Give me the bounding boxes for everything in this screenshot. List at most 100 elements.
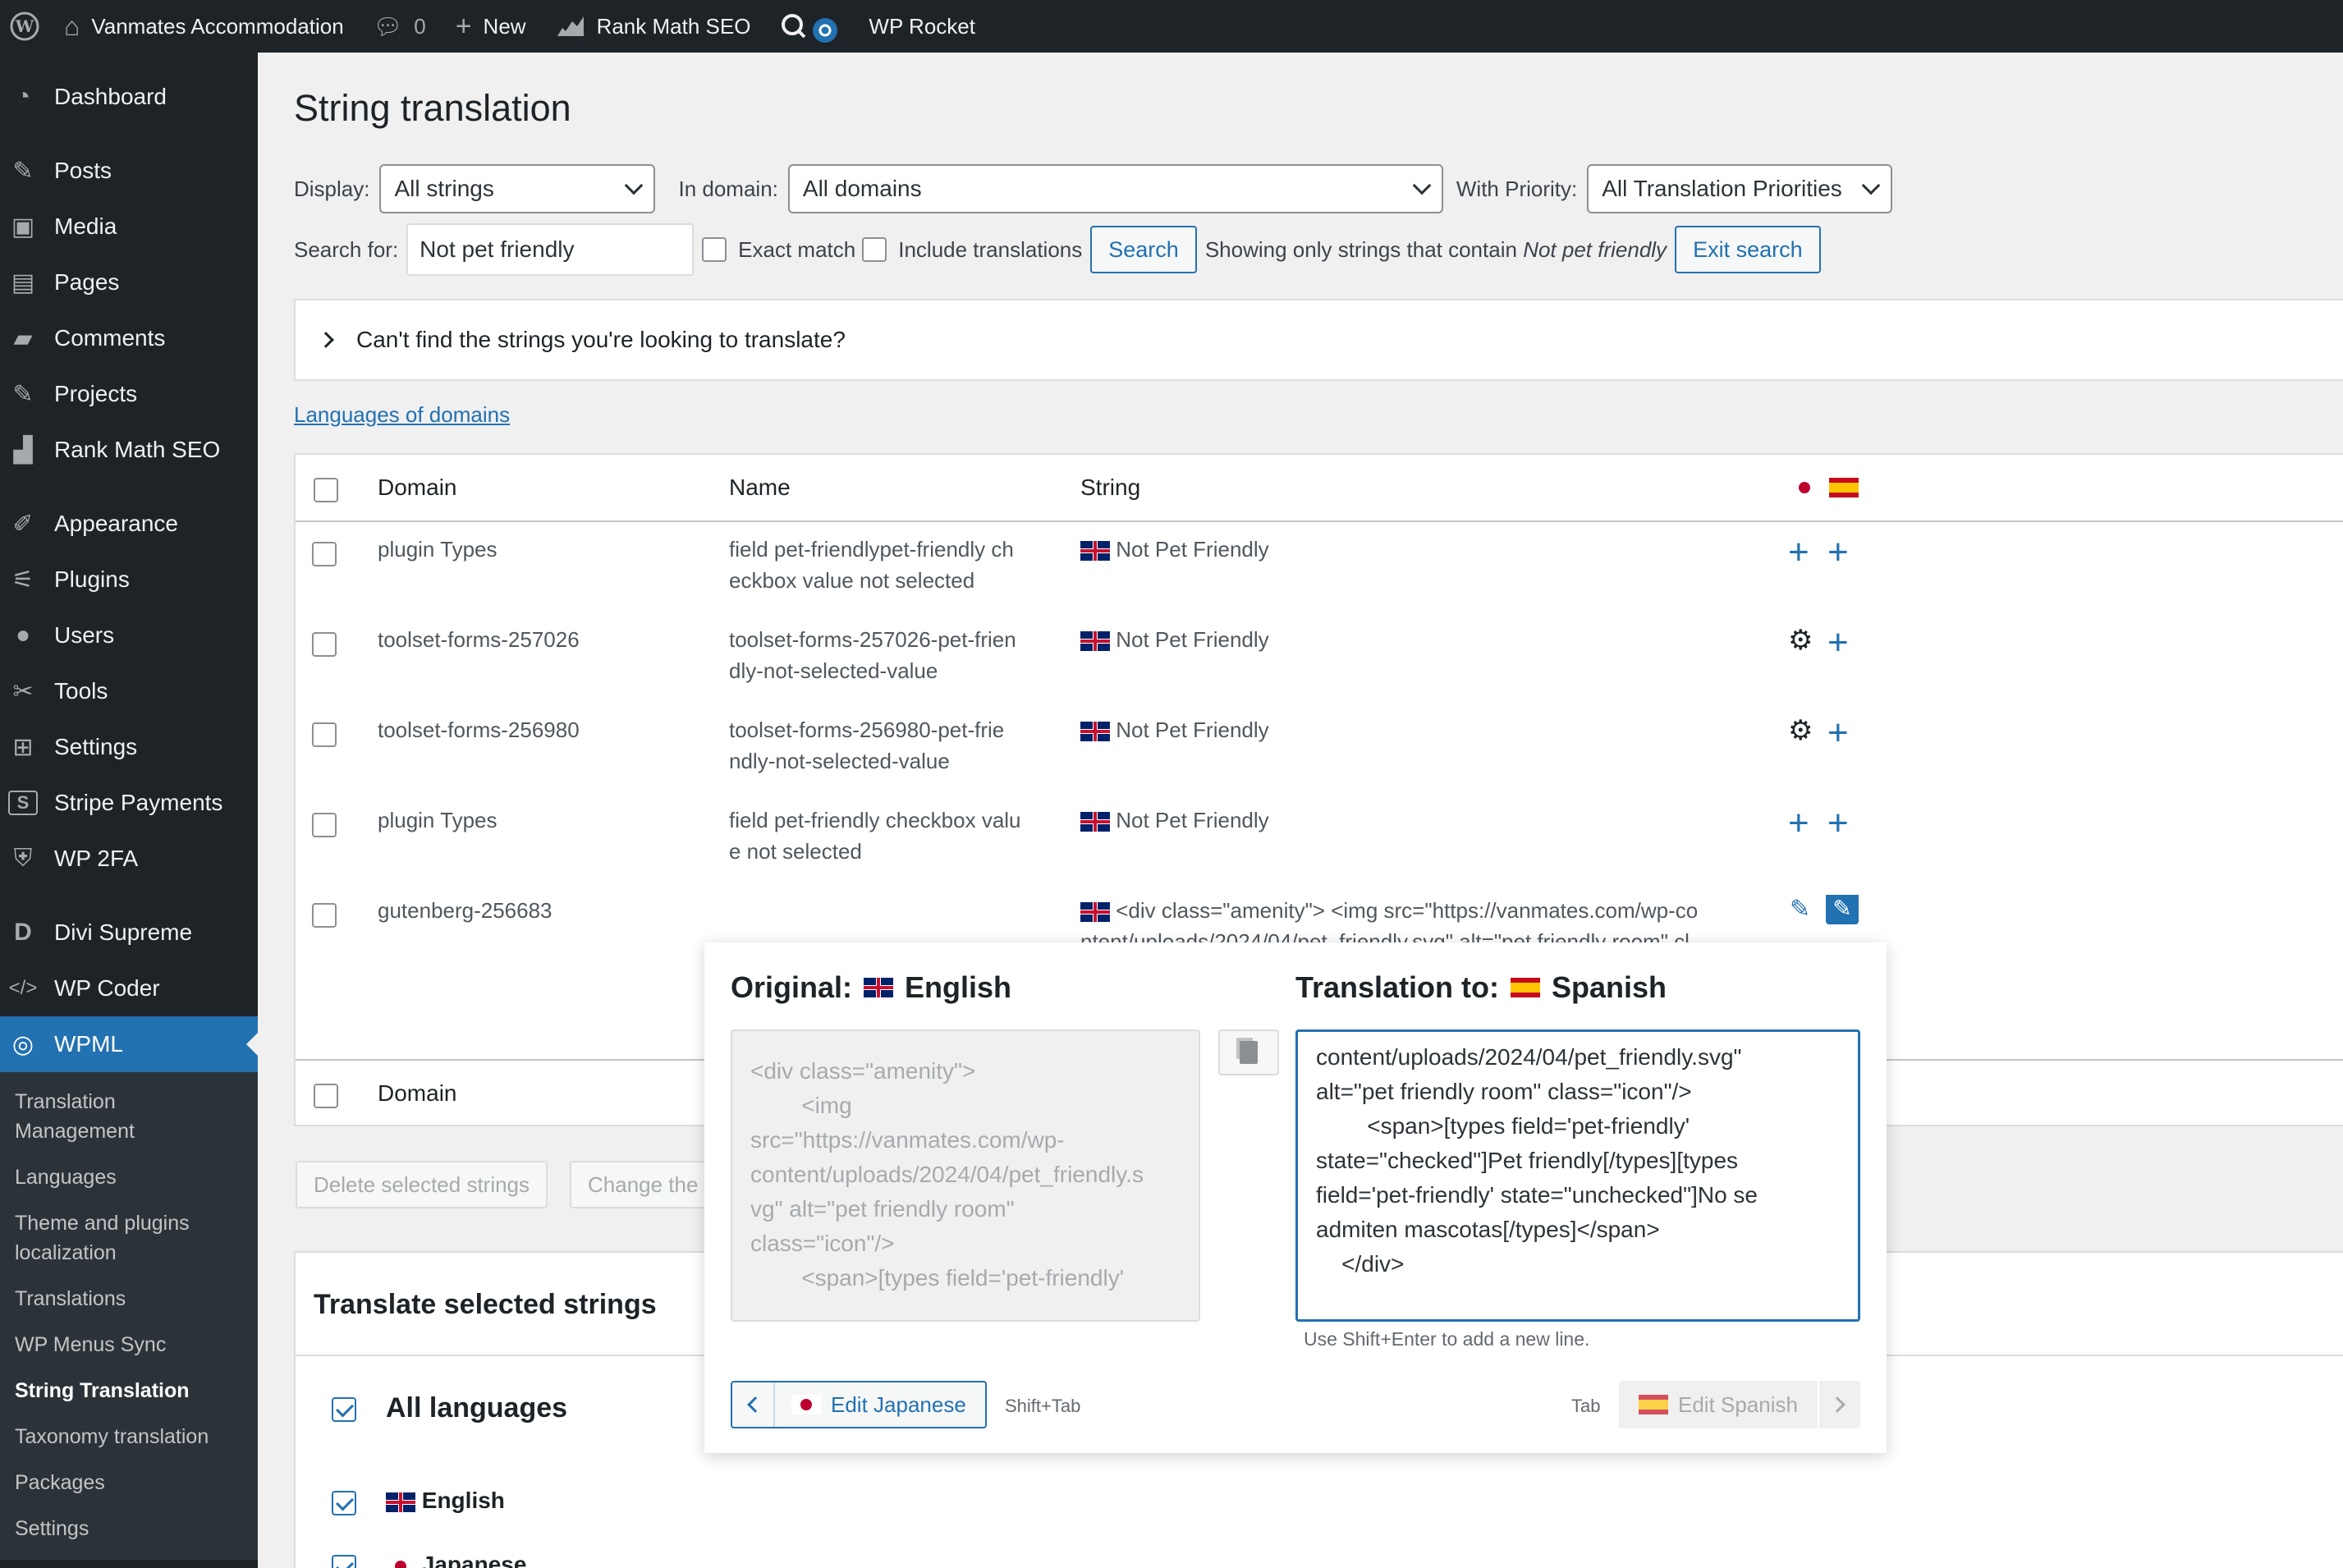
table-row: toolset-forms-256980 toolset-forms-25698… xyxy=(296,714,2343,796)
submenu-packages[interactable]: Packages xyxy=(0,1460,258,1506)
menu-wp2fa[interactable]: ⛨ WP 2FA xyxy=(0,831,258,887)
edit-japanese-pencil-icon[interactable]: ✎ xyxy=(1790,895,1810,924)
comment-bubble-icon: 💬︎ xyxy=(373,13,403,39)
translation-textarea[interactable]: content/uploads/2024/04/pet_friendly.svg… xyxy=(1295,1029,1860,1322)
submenu-translations[interactable]: Translations xyxy=(0,1276,258,1322)
languages-of-domains-link[interactable]: Languages of domains xyxy=(294,402,510,428)
wprocket-link[interactable]: WP Rocket xyxy=(854,0,990,53)
menu-posts[interactable]: ✎ Posts xyxy=(0,143,258,199)
gear-icon[interactable]: ⚙ xyxy=(1788,714,1813,747)
row-domain: gutenberg-256683 xyxy=(378,898,553,923)
add-spanish-translation-icon[interactable]: + xyxy=(1827,805,1849,841)
submenu-translation-management[interactable]: Translation Management xyxy=(0,1079,205,1154)
wprocket-label: WP Rocket xyxy=(869,13,975,39)
add-spanish-translation-icon[interactable]: + xyxy=(1827,715,1849,751)
site-name-link[interactable]: ⌂ Vanmates Accommodation xyxy=(49,0,359,53)
rankmath-link[interactable]: Rank Math SEO xyxy=(541,0,766,53)
submenu-string-translation[interactable]: String Translation xyxy=(0,1368,258,1414)
row-checkbox[interactable] xyxy=(312,813,337,837)
english-checkbox[interactable] xyxy=(332,1491,356,1515)
row-domain: plugin Types xyxy=(378,808,497,832)
japan-flag-icon xyxy=(791,1395,821,1414)
menu-pages[interactable]: ▤ Pages xyxy=(0,254,258,310)
menu-appearance[interactable]: ✐ Appearance xyxy=(0,496,258,552)
exit-search-button[interactable]: Exit search xyxy=(1675,226,1821,273)
translate-selected-title: Translate selected strings xyxy=(314,1289,657,1320)
menu-tools[interactable]: ✂ Tools xyxy=(0,663,258,719)
code-icon: </> xyxy=(8,977,38,999)
rankmath-icon: ▟ xyxy=(13,436,33,464)
menu-wpml[interactable]: ◎ WPML xyxy=(0,1016,258,1072)
row-string: Not Pet Friendly xyxy=(1080,624,1269,655)
search-button[interactable]: Search xyxy=(1090,226,1197,273)
new-content-link[interactable]: + New xyxy=(441,0,541,53)
menu-plugins[interactable]: ⚟ Plugins xyxy=(0,552,258,607)
rankmath-icon xyxy=(557,16,584,36)
menu-comments[interactable]: ▰ Comments xyxy=(0,310,258,366)
domain-label: In domain: xyxy=(678,176,778,201)
uk-flag-icon xyxy=(386,1492,415,1512)
select-all-footer-checkbox[interactable] xyxy=(314,1084,338,1108)
translation-heading: Translation to: Spanish xyxy=(1295,970,1667,1004)
edit-japanese-button[interactable]: Edit Japanese xyxy=(731,1381,987,1428)
submenu-wp-menus-sync[interactable]: WP Menus Sync xyxy=(0,1322,258,1368)
menu-dashboard[interactable]: ◔ Dashboard xyxy=(0,69,258,125)
all-languages-checkbox[interactable] xyxy=(332,1397,356,1422)
edit-spanish-pencil-icon[interactable]: ✎ xyxy=(1826,895,1859,924)
pin-icon: ✎ xyxy=(12,380,34,408)
add-spanish-translation-icon[interactable]: + xyxy=(1827,625,1849,661)
menu-users[interactable]: ● Users xyxy=(0,607,258,663)
column-name[interactable]: Name xyxy=(729,475,791,501)
menu-projects[interactable]: ✎ Projects xyxy=(0,366,258,422)
submenu-settings[interactable]: Settings xyxy=(0,1506,258,1552)
delete-selected-button[interactable]: Delete selected strings xyxy=(296,1161,548,1208)
search-input[interactable]: Not pet friendly xyxy=(406,223,695,276)
column-string[interactable]: String xyxy=(1080,475,1140,501)
comments-link[interactable]: 💬︎ 0 xyxy=(359,0,441,53)
site-name: Vanmates Accommodation xyxy=(91,13,344,39)
wpml-adminbar-icon[interactable] xyxy=(765,0,854,53)
english-option: English xyxy=(386,1488,505,1514)
add-japanese-translation-icon[interactable]: + xyxy=(1788,805,1809,841)
row-string: Not Pet Friendly xyxy=(1080,805,1269,836)
row-checkbox[interactable] xyxy=(312,903,337,928)
add-spanish-translation-icon[interactable]: + xyxy=(1827,534,1849,571)
wordpress-logo-icon[interactable]: W xyxy=(0,0,49,53)
menu-divi-supreme[interactable]: D Divi Supreme xyxy=(0,905,258,961)
menu-media[interactable]: ▣ Media xyxy=(0,199,258,254)
menu-stripe[interactable]: S Stripe Payments xyxy=(0,775,258,831)
menu-wp-coder[interactable]: </> WP Coder xyxy=(0,961,258,1016)
cant-find-panel[interactable]: Can't find the strings you're looking to… xyxy=(294,299,2343,381)
column-domain[interactable]: Domain xyxy=(378,475,456,501)
edit-spanish-button[interactable]: Edit Spanish xyxy=(1619,1381,1860,1428)
row-checkbox[interactable] xyxy=(312,632,337,657)
chevron-right-icon xyxy=(318,332,334,348)
exact-match-checkbox[interactable] xyxy=(702,237,727,262)
uk-flag-icon xyxy=(1080,812,1110,832)
chevron-down-icon xyxy=(1412,176,1432,195)
include-translations-checkbox[interactable] xyxy=(862,237,887,262)
submenu-languages[interactable]: Languages xyxy=(0,1154,258,1200)
rankmath-label: Rank Math SEO xyxy=(596,13,751,39)
japan-flag-icon xyxy=(386,1556,415,1568)
display-select[interactable]: All strings xyxy=(379,164,656,213)
all-languages-label: All languages xyxy=(386,1392,568,1424)
priority-select[interactable]: All Translation Priorities xyxy=(1587,164,1893,213)
row-checkbox[interactable] xyxy=(312,542,337,566)
uk-flag-icon xyxy=(1080,631,1110,652)
menu-rankmath[interactable]: ▟ Rank Math SEO xyxy=(0,422,258,478)
wpml-submenu: Translation Management Languages Theme a… xyxy=(0,1072,258,1560)
japanese-checkbox[interactable] xyxy=(332,1555,356,1568)
stripe-icon: S xyxy=(8,791,38,815)
submenu-taxonomy-translation[interactable]: Taxonomy translation xyxy=(0,1414,258,1460)
row-checkbox[interactable] xyxy=(312,722,337,747)
uk-flag-icon xyxy=(1080,902,1110,923)
domain-select[interactable]: All domains xyxy=(787,164,1443,213)
copy-original-button[interactable] xyxy=(1218,1029,1279,1075)
select-all-checkbox[interactable] xyxy=(314,478,338,502)
menu-settings[interactable]: ⊞ Settings xyxy=(0,719,258,775)
gear-icon[interactable]: ⚙ xyxy=(1788,624,1813,657)
submenu-theme-plugins-localization[interactable]: Theme and plugins localization xyxy=(0,1200,230,1276)
footer-column-domain[interactable]: Domain xyxy=(378,1080,456,1107)
add-japanese-translation-icon[interactable]: + xyxy=(1788,534,1809,571)
